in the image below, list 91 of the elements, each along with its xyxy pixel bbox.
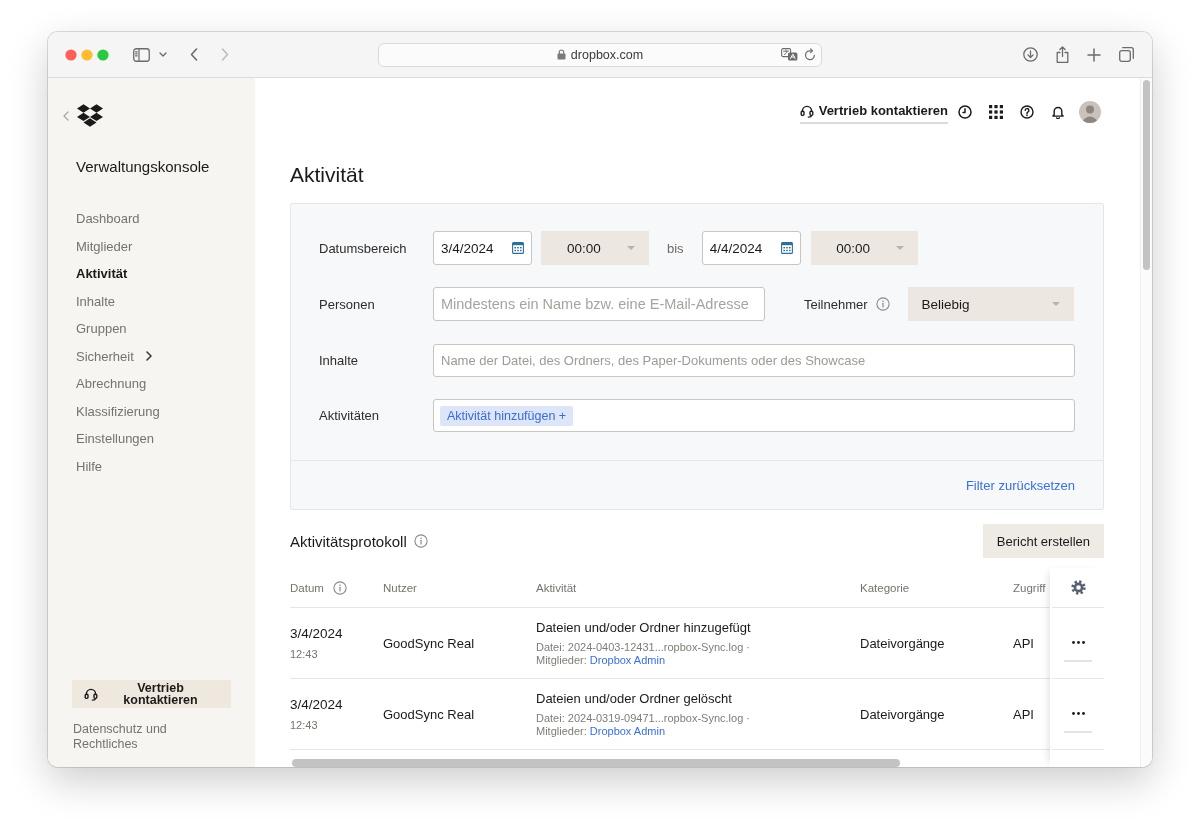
sidebar-item[interactable]: Abrechnung [76,370,147,398]
column-header: Datum [290,581,324,594]
user-name: GoodSync Real [383,706,476,722]
lock-icon [556,49,566,60]
column-header: Zugriff [1013,581,1046,594]
members-text: Mitglieder: Dropbox Admin [536,724,665,738]
info-icon[interactable] [332,580,347,595]
download-icon[interactable] [1023,47,1038,62]
console-title: Verwaltungskonsole [76,157,210,177]
more-icon [1071,712,1085,715]
file-name: Datei: 2024-0319-09471...ropbox-Sync.log · [536,711,751,725]
logo-icon [77,104,103,127]
category-text: Dateivorgänge [860,706,946,722]
headset-icon [799,104,814,118]
info-icon[interactable] [875,297,890,311]
category-text: Dateivorgänge [860,635,946,651]
section-title: Aktivitätsprotokoll [290,532,407,550]
date-field[interactable]: 3/4/2024 [433,231,532,265]
contact-sales-button[interactable]: Vertrieb kontaktieren [72,680,231,708]
field-label: Personen [319,296,376,312]
share-icon[interactable] [1056,46,1069,63]
activity-title: Dateien und/oder Ordner hinzugefügt [536,619,751,636]
sidebar-item[interactable]: Hilfe [76,452,102,480]
create-report-button[interactable]: Bericht erstellen [982,524,1104,558]
field-label: Inhalte [319,353,360,368]
time-text: 12:43 [290,717,318,732]
chevron-down-icon[interactable] [159,52,167,57]
calendar-icon[interactable] [780,242,793,254]
sidebar-item[interactable]: Einstellungen [76,425,155,453]
avatar[interactable] [1079,101,1101,123]
member-link[interactable]: Dropbox Admin [589,653,665,666]
sidebar-item[interactable]: Klassifizierung [76,397,160,425]
sidebar-toggle-icon[interactable] [133,47,150,62]
field-label: Aktivitäten [319,408,380,423]
calendar-icon[interactable] [512,242,524,254]
url-text: dropbox.com [570,47,644,62]
date-text: 3/4/2024 [290,696,343,713]
reload-icon[interactable] [804,48,816,61]
access-text: API [1013,706,1035,722]
sidebar-item[interactable]: Dashboard [76,205,140,233]
bell-icon[interactable] [1051,105,1065,119]
date-field[interactable]: 4/4/2024 [701,231,801,265]
caret-icon [627,246,635,250]
member-link[interactable]: Dropbox Admin [589,724,665,737]
reset-filters-link[interactable]: Filter zurücksetzen [965,477,1075,493]
range-separator: bis [667,240,684,256]
people-field[interactable]: Mindestens ein Name bzw. eine E-Mail-Adresse [433,287,765,321]
headset-icon [84,687,98,701]
access-text: API [1013,635,1035,651]
field-label: Teilnehmer [804,296,868,312]
info-icon[interactable] [413,534,428,548]
activity-title: Dateien und/oder Ordner gelöscht [536,690,732,707]
clock-icon[interactable] [958,105,972,119]
participants-dropdown[interactable]: Beliebig [907,287,1074,321]
sidebar-item[interactable]: Mitglieder [76,232,133,260]
privacy-link[interactable]: Datenschutz und Rechtliches [73,722,193,752]
sidebar-item[interactable]: Aktivität [76,260,128,288]
app-grid-icon[interactable] [989,105,1003,119]
members-text: Mitglieder: Dropbox Admin [536,653,665,667]
new-tab-icon[interactable] [1087,47,1101,62]
time-dropdown[interactable]: 00:00 [810,231,918,265]
address-bar[interactable]: dropbox.com [378,42,822,67]
close-window-icon[interactable] [65,48,77,61]
caret-icon [895,246,904,250]
sidebar-item[interactable]: Inhalte [76,287,116,315]
sidebar-item[interactable]: Gruppen [76,315,127,343]
time-text: 12:43 [290,646,318,661]
add-activity-button[interactable]: Aktivität hinzufügen + [440,405,574,426]
translate-icon[interactable] [781,48,798,61]
scrollbar-thumb[interactable] [1143,80,1150,270]
contact-sales-link[interactable]: Vertrieb kontaktieren [799,100,948,124]
tabs-overview-icon[interactable] [1119,47,1134,62]
help-icon[interactable] [1020,105,1034,119]
time-dropdown[interactable]: 00:00 [541,231,649,265]
file-name: Datei: 2024-0403-12431...ropbox-Sync.log · [536,640,751,654]
caret-icon [1051,302,1060,306]
content-field[interactable]: Name der Datei, des Ordners, des Paper-Dokuments oder des Showcase [433,344,1075,377]
activities-field[interactable]: Aktivität hinzufügen + [433,399,1075,432]
page-title: Aktivität [290,162,364,188]
column-header: Aktivität [536,581,577,594]
column-header: Nutzer [383,581,417,594]
column-header: Kategorie [860,581,910,594]
user-name: GoodSync Real [383,635,476,651]
back-icon[interactable] [190,48,198,61]
date-text: 3/4/2024 [290,625,343,642]
field-label: Datumsbereich [319,240,408,256]
settings-icon[interactable] [1070,580,1086,595]
chevron-right-icon [145,351,152,362]
more-icon [1071,641,1085,644]
sidebar-item[interactable]: Sicherheit [76,342,152,370]
horizontal-scrollbar-thumb[interactable] [292,759,900,767]
